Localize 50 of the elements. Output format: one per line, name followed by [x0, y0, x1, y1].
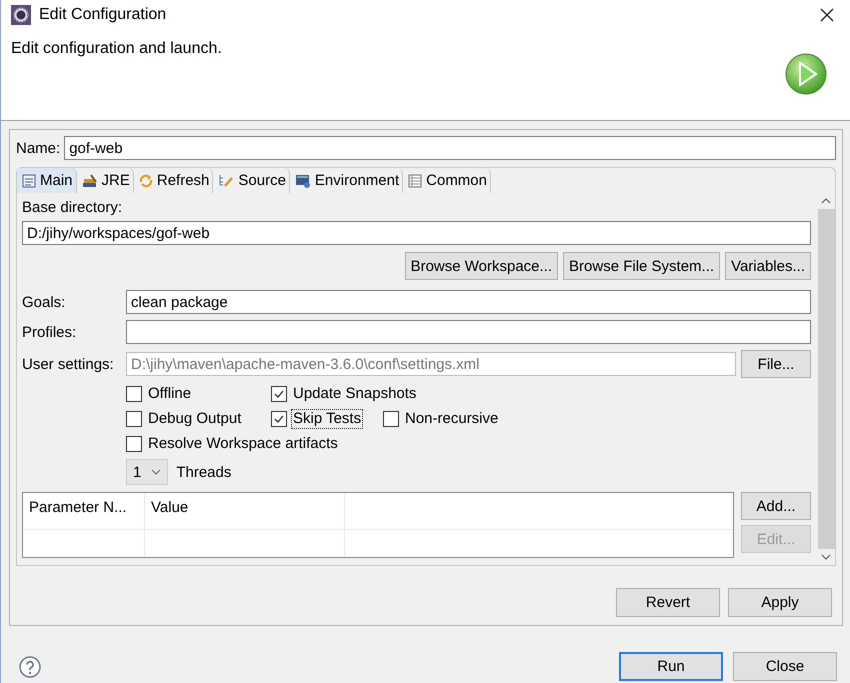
text-field[interactable]: clean package	[126, 290, 811, 314]
gear-icon	[11, 5, 31, 25]
checkbox[interactable]	[126, 386, 142, 402]
threads-dropdown[interactable]: 1	[126, 459, 168, 485]
name-label: Name:	[16, 140, 60, 156]
dialog-button[interactable]: Close	[733, 652, 837, 681]
browse-button[interactable]: Variables...	[725, 252, 811, 280]
table-icon	[408, 174, 422, 188]
checkbox-label[interactable]: Non-recursive	[403, 408, 500, 428]
browse-button[interactable]: Browse Workspace...	[404, 252, 558, 280]
checkbox[interactable]	[126, 436, 142, 452]
checkbox[interactable]	[383, 410, 399, 426]
scroll-up-icon[interactable]	[821, 197, 831, 205]
refresh-icon	[138, 174, 153, 188]
monitor-icon	[294, 174, 311, 188]
column-header: Parameter N...	[23, 493, 145, 529]
scroll-down-icon[interactable]	[821, 553, 831, 561]
checkbox[interactable]	[271, 386, 287, 402]
name-field[interactable]: gof-web	[64, 136, 836, 160]
source-icon	[218, 174, 234, 188]
header-description: Edit configuration and launch.	[11, 40, 222, 58]
threads-label: Threads	[176, 464, 232, 480]
books-icon	[82, 174, 98, 188]
text-field[interactable]	[126, 320, 811, 344]
document-icon	[22, 174, 36, 188]
close-icon[interactable]	[820, 8, 834, 22]
checkbox[interactable]	[126, 410, 142, 426]
table-button[interactable]: Add...	[741, 492, 811, 520]
window-title: Edit Configuration	[39, 6, 168, 24]
base-directory-field[interactable]: D:/jihy/workspaces/gof-web	[22, 221, 811, 245]
checkbox[interactable]	[271, 410, 287, 426]
checkbox-label[interactable]: Debug Output	[146, 408, 244, 428]
scrollbar-thumb[interactable]	[818, 209, 834, 549]
base-directory-label: Base directory:	[22, 199, 124, 218]
field-label: User settings:	[22, 356, 115, 372]
browse-button[interactable]: Browse File System...	[563, 252, 720, 280]
checkbox-label[interactable]: Skip Tests	[291, 408, 364, 428]
run-icon	[784, 52, 828, 96]
checkbox-label[interactable]: Update Snapshots	[291, 384, 418, 404]
form-button[interactable]: Apply	[728, 588, 832, 617]
form-button[interactable]: Revert	[616, 588, 720, 617]
field-label: Profiles:	[22, 324, 78, 340]
caret-icon	[151, 469, 162, 475]
dialog-button[interactable]: Run	[619, 652, 723, 681]
help-icon[interactable]	[19, 656, 41, 678]
tab[interactable]: Main	[17, 168, 77, 193]
field-label: Goals:	[22, 294, 66, 310]
column-header: Value	[145, 493, 345, 529]
checkbox-label[interactable]: Resolve Workspace artifacts	[146, 434, 340, 454]
checkbox-label[interactable]: Offline	[146, 384, 194, 404]
